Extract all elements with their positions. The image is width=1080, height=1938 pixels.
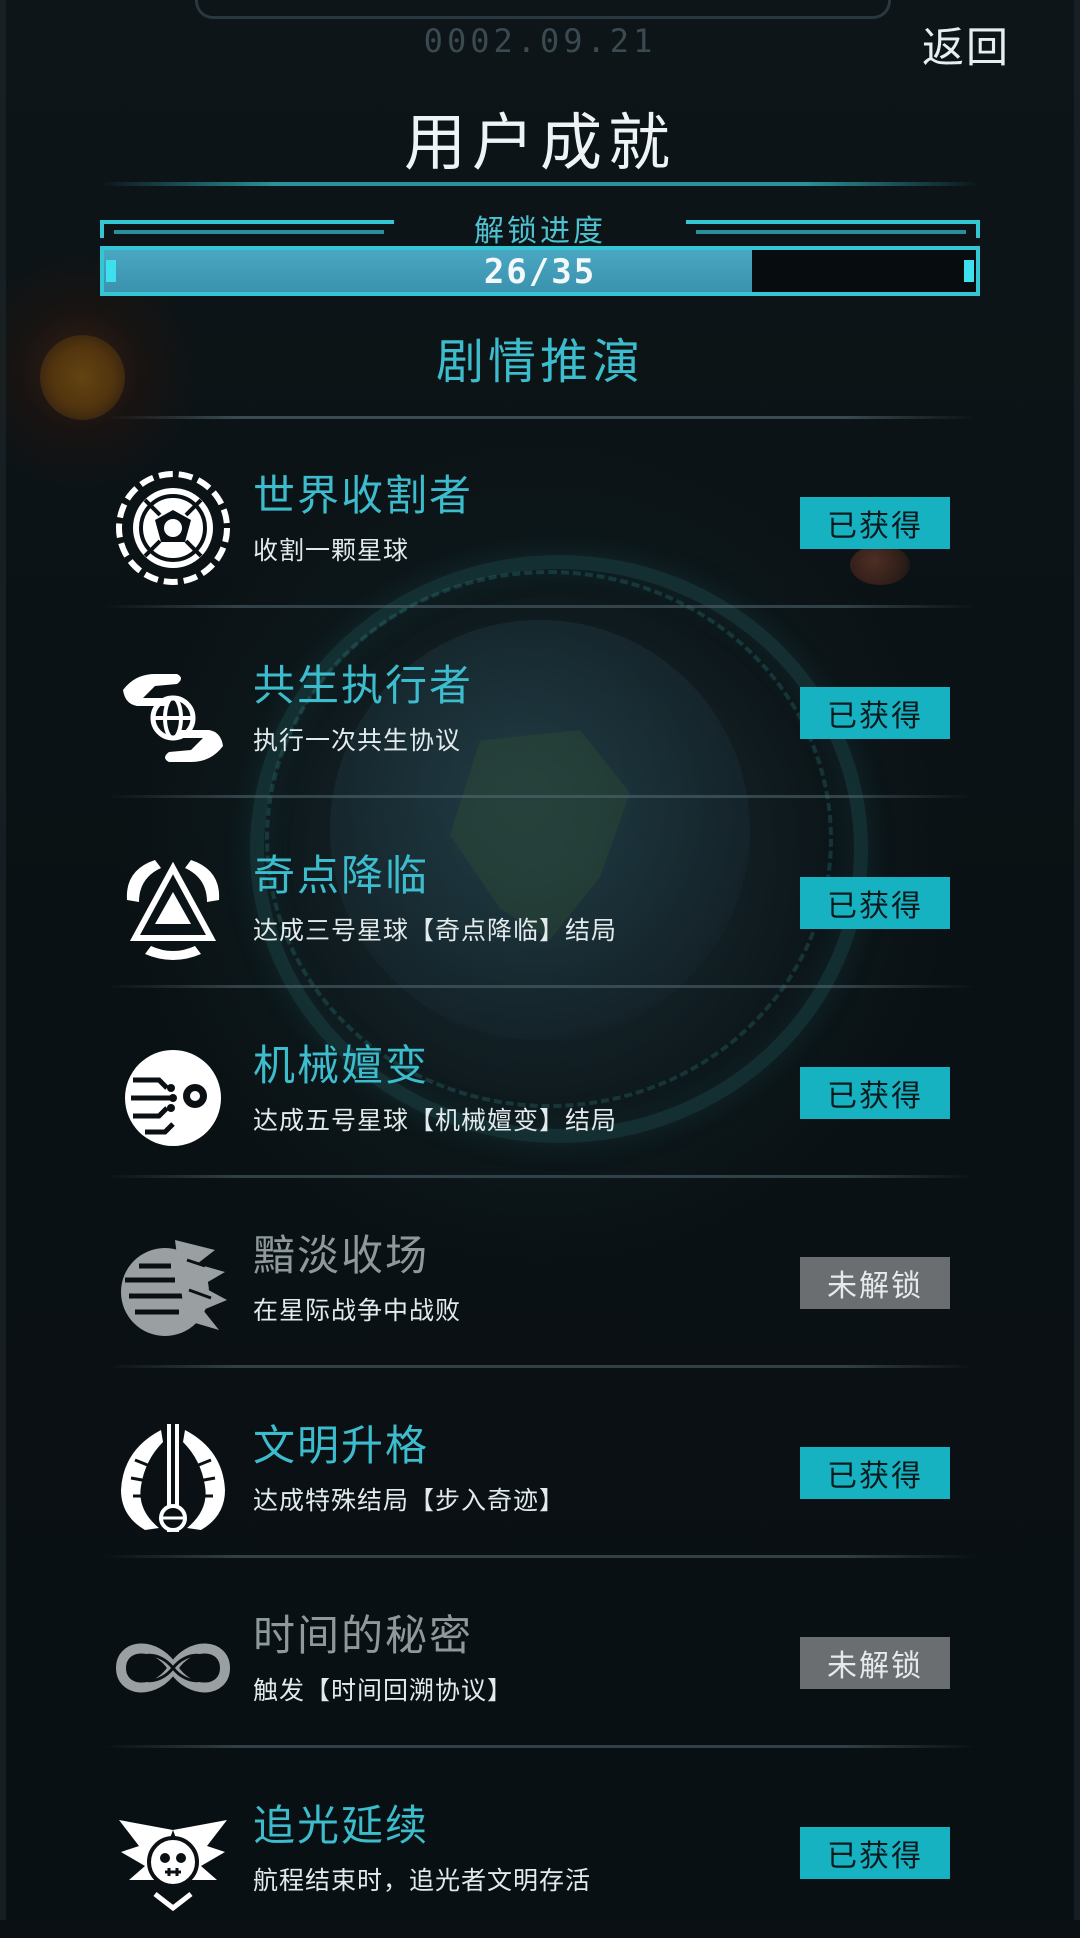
achievement-item[interactable]: 世界收割者 收割一颗星球 已获得 [0,418,1080,608]
status-badge: 已获得 [800,1447,950,1499]
progress-label: 解锁进度 [474,214,606,249]
achievement-name: 奇点降临 [253,851,430,900]
achievement-name: 追光延续 [253,1801,430,1850]
progress-count: 26/35 [483,252,597,292]
achievement-desc: 在星际战争中战败 [253,1296,462,1325]
achievement-item[interactable]: 共生执行者 执行一次共生协议 已获得 [0,608,1080,798]
infinity-icon [115,1610,231,1726]
planet-reaper-icon [115,470,231,586]
achievement-name: 时间的秘密 [253,1611,474,1660]
status-badge: 已获得 [800,1067,950,1119]
achievement-item[interactable]: 追光延续 航程结束时，追光者文明存活 已获得 [0,1748,1080,1938]
game-date: 0002.09.21 [423,22,657,60]
status-badge: 已获得 [800,1827,950,1879]
achievement-item[interactable]: 黯淡收场 在星际战争中战败 未解锁 [0,1178,1080,1368]
achievement-name: 黯淡收场 [253,1231,430,1280]
achievement-desc: 触发【时间回溯协议】 [253,1676,514,1705]
winged-skull-icon [115,1800,231,1916]
achievement-list: 世界收割者 收割一颗星球 已获得 共生执行者 执行一次共生协议 已获得 奇点降临… [0,418,1080,1938]
achievement-desc: 达成三号星球【奇点降临】结局 [253,916,618,945]
status-badge: 未解锁 [800,1257,950,1309]
status-badge: 已获得 [800,877,950,929]
achievement-item[interactable]: 机械嬗变 达成五号星球【机械嬗变】结局 已获得 [0,988,1080,1178]
achievement-name: 文明升格 [253,1421,430,1470]
achievement-name: 共生执行者 [253,661,474,710]
achievement-name: 机械嬗变 [253,1041,430,1090]
cyber-eye-icon [115,1040,231,1156]
achievement-item[interactable]: 时间的秘密 触发【时间回溯协议】 未解锁 [0,1558,1080,1748]
page-title: 用户成就 [403,106,676,179]
achievement-desc: 航程结束时，追光者文明存活 [253,1866,592,1895]
back-button[interactable]: 返回 [922,14,1010,75]
status-badge: 已获得 [800,497,950,549]
section-title: 剧情推演 [435,334,644,390]
achievement-item[interactable]: 文明升格 达成特殊结局【步入奇迹】 已获得 [0,1368,1080,1558]
achievement-desc: 收割一颗星球 [253,536,410,565]
achievement-name: 世界收割者 [253,471,474,520]
achievement-desc: 达成五号星球【机械嬗变】结局 [253,1106,618,1135]
status-badge: 未解锁 [800,1637,950,1689]
achievement-item[interactable]: 奇点降临 达成三号星球【奇点降临】结局 已获得 [0,798,1080,988]
unlock-progress: 解锁进度 26/35 [100,214,980,296]
achievement-desc: 达成特殊结局【步入奇迹】 [253,1486,566,1515]
broken-planet-icon [115,1230,231,1346]
progress-bar: 26/35 [100,246,980,296]
winged-emblem-icon [115,1420,231,1536]
triangle-hands-icon [115,850,231,966]
title-divider [100,182,980,186]
status-badge: 已获得 [800,687,950,739]
top-frame [195,0,891,19]
hands-globe-icon [115,660,231,776]
achievement-desc: 执行一次共生协议 [253,726,462,755]
